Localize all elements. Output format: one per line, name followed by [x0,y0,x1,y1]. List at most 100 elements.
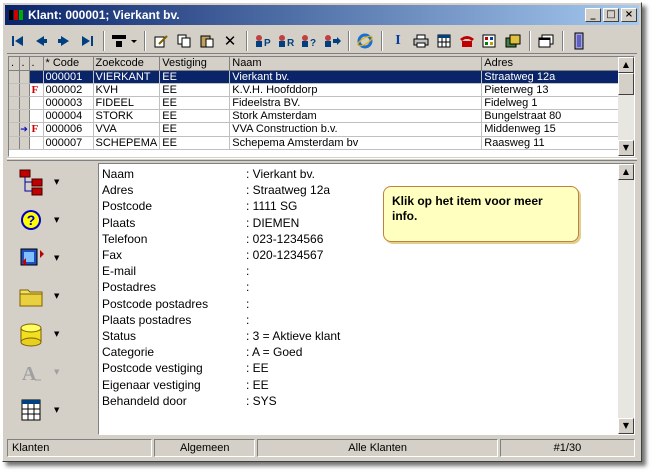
person-r-icon[interactable]: R [275,30,297,52]
detail-label: Eigenaar vestiging [102,377,201,392]
detail-label: Postcode postadres [102,296,209,311]
last-record-icon[interactable] [76,30,98,52]
font-button: A ▼ [18,357,74,387]
maximize-icon[interactable]: □ [603,8,619,22]
person-forward-icon[interactable] [321,30,343,52]
dropdown-arrow-icon[interactable]: ▼ [54,178,59,186]
detail-label: Status [102,329,137,343]
detail-value: : SYS [246,393,277,408]
column-header-adres[interactable]: Adres [481,57,624,71]
detail-value: : 1111 SG [246,199,298,214]
database-icon [20,323,42,347]
dropdown-arrow-icon[interactable]: ▼ [54,406,59,414]
title-bar: Klant: 000001; Vierkant bv. _ □ × [5,5,639,25]
cell-naam: VVA Construction b.v. [229,122,483,137]
detail-value: : DIEMEN [246,215,300,230]
row-flag-cell [29,96,44,110]
transfer-icon [20,248,44,266]
customer-table: . . . * Code Zoekcode Vestiging Naam Adr… [9,57,624,150]
database-button[interactable]: ▼ [18,319,74,349]
window-icon[interactable] [535,30,557,52]
calendar-icon[interactable] [433,30,455,52]
column-header[interactable]: . [19,57,30,71]
copy-icon[interactable] [173,30,195,52]
info-callout: Klik op het item voor meer info. [383,186,579,242]
row-indicator [9,70,20,84]
app-icon [8,8,24,22]
scroll-thumb[interactable] [618,73,634,95]
cell-zoekcode: FIDEEL [93,96,161,110]
phone-icon[interactable] [456,30,478,52]
cell-code: 000001 [43,70,94,84]
person-p-icon[interactable]: P [252,30,274,52]
toolbar-separator [348,30,350,51]
scroll-up-icon[interactable]: ▲ [618,164,634,180]
cell-naam: Schepema Amsterdam bv [229,136,483,150]
column-header[interactable]: . [29,57,44,71]
toolbar-separator [246,30,248,51]
person-query-icon[interactable]: ? [298,30,320,52]
table-row[interactable]: 000003 FIDEEL EE Fideelstra BV. Fidelweg 1 [9,96,624,110]
scroll-up-icon[interactable]: ▲ [618,57,634,73]
splitter[interactable] [7,158,637,161]
row-flag-cell: F [29,83,44,97]
table-row[interactable]: 000001 VIERKANT EE Vierkant bv. Straatweg 12… [9,70,624,84]
cell-adres: Raasweg 11 [481,136,624,150]
font-icon: A [22,363,41,385]
grid-scrollbar[interactable]: ▲ ▼ [618,57,634,156]
folder-button[interactable]: ▼ [18,281,74,311]
transfer-button[interactable]: ▼ [18,243,74,273]
row-pointer-cell [19,70,30,84]
column-header-vestiging[interactable]: Vestiging [159,57,231,71]
detail-value: : [246,264,250,279]
dropdown-arrow-icon[interactable]: ▼ [54,216,59,224]
detail-value: : EE [246,361,269,376]
help-button[interactable]: ? ▼ [18,205,74,235]
cell-adres: Bungelstraat 80 [481,109,624,123]
table-row[interactable]: 000004 STORK EE Stork Amsterdam Bungelstraat… [9,109,624,123]
table-row[interactable]: ➔ F 000006 VVA EE VVA Construction b.v. Midden… [9,122,624,137]
scroll-down-icon[interactable]: ▼ [618,418,634,434]
detail-scrollbar[interactable]: ▲ ▼ [618,164,634,434]
svg-text:P: P [264,38,271,48]
customer-grid[interactable]: . . . * Code Zoekcode Vestiging Naam Adr… [8,56,635,157]
previous-record-icon[interactable] [30,30,52,52]
detail-value: : 020-1234567 [246,248,324,262]
exit-icon[interactable] [568,30,590,52]
dropdown-arrow-icon[interactable]: ▼ [54,330,59,338]
delete-icon[interactable]: ✕ [219,30,241,52]
view-menu-icon[interactable] [109,30,139,52]
dropdown-arrow-icon[interactable]: ▼ [54,254,59,262]
edit-icon[interactable] [150,30,172,52]
info-icon[interactable]: I [387,30,409,52]
detail-label: Behandeld door [102,393,187,408]
scroll-down-icon[interactable]: ▼ [618,140,634,156]
table-icon [21,399,41,421]
first-record-icon[interactable] [7,30,29,52]
column-header[interactable]: . [9,57,20,71]
next-record-icon[interactable] [53,30,75,52]
table-button[interactable]: ▼ [18,395,74,425]
cell-naam: Stork Amsterdam [229,109,483,123]
cell-code: 000002 [43,83,94,97]
report-icon[interactable] [479,30,501,52]
paste-icon[interactable] [196,30,218,52]
table-row[interactable]: F 000002 KVH EE K.V.H. Hoofddorp Pieterweg 13 [9,83,624,97]
column-header-code[interactable]: * Code [43,57,94,71]
cell-code: 000006 [43,122,94,137]
column-header-zoekcode[interactable]: Zoekcode [93,57,161,71]
dropdown-arrow-icon: ▼ [54,368,60,376]
cell-vestiging: EE [159,109,231,123]
minimize-icon[interactable]: _ [585,8,601,22]
close-icon[interactable]: × [621,8,637,22]
cards-icon[interactable] [502,30,524,52]
table-row[interactable]: 000007 SCHEPEMA EE Schepema Amsterdam bv Raa… [9,136,624,150]
print-icon[interactable] [410,30,432,52]
cell-vestiging: EE [159,96,231,110]
detail-label: E-mail [102,264,137,279]
hierarchy-button[interactable]: ▼ [18,167,74,197]
column-header-naam[interactable]: Naam [229,57,483,71]
internet-explorer-icon[interactable] [354,30,376,52]
grid-header-row: . . . * Code Zoekcode Vestiging Naam Adr… [9,57,624,71]
dropdown-arrow-icon[interactable]: ▼ [54,292,59,300]
